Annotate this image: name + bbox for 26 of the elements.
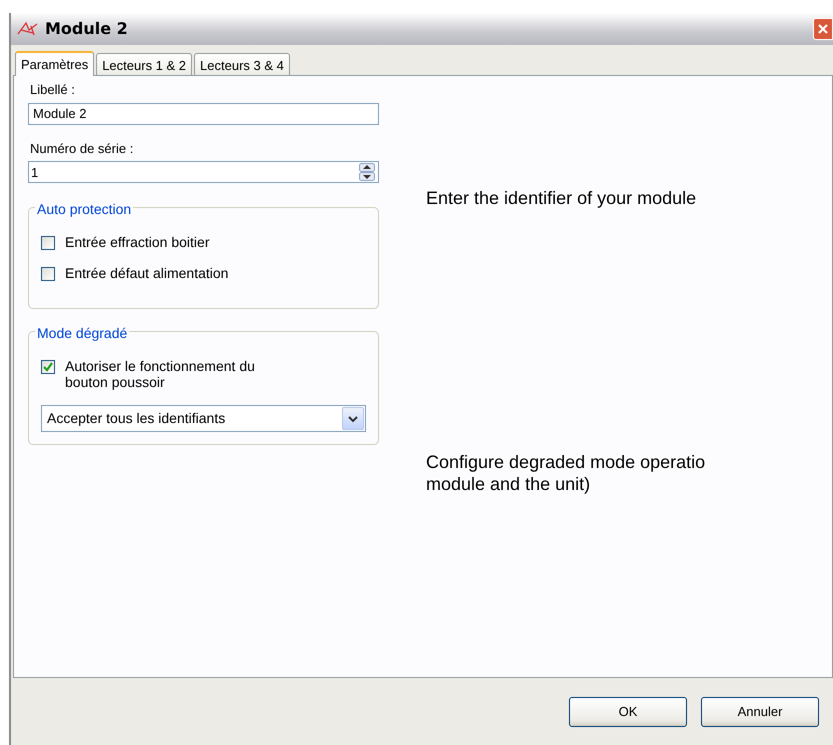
- window-title: Module 2: [45, 18, 128, 40]
- serial-number-field[interactable]: 1: [28, 161, 379, 183]
- spinner-arrows-icon[interactable]: [359, 163, 375, 181]
- tab[interactable]: Lecteurs 3 & 4: [194, 53, 290, 75]
- dialog-button[interactable]: OK: [569, 696, 687, 726]
- label-field[interactable]: Module 2: [28, 102, 379, 124]
- checkbox[interactable]: [41, 236, 55, 250]
- field-label: Libellé :: [30, 81, 76, 99]
- checkbox[interactable]: [41, 360, 55, 374]
- checkbox[interactable]: [41, 266, 55, 281]
- dialog-button[interactable]: Annuler: [701, 696, 819, 726]
- dropdown[interactable]: Accepter tous les identifiants: [41, 405, 366, 432]
- help-text: module and the unit): [426, 473, 592, 495]
- dropdown-arrow-button[interactable]: [342, 407, 364, 430]
- chevron-down-icon: [348, 414, 358, 423]
- field-label: Numéro de série :: [30, 140, 134, 158]
- close-icon: [817, 23, 829, 35]
- checkbox-label: Entrée effraction boitier: [65, 234, 210, 251]
- help-text: Configure degraded mode operatio: [426, 451, 706, 473]
- checkbox-label: Autoriser le fonctionnement du bouton poussoir: [65, 358, 256, 392]
- help-text: Enter the identifier of your module: [426, 187, 698, 209]
- checkbox-label: Entrée défaut alimentation: [65, 264, 228, 282]
- close-button[interactable]: [813, 18, 833, 40]
- tab[interactable]: Paramètres: [15, 51, 94, 76]
- app-icon: [17, 21, 39, 37]
- tab[interactable]: Lecteurs 1 & 2: [96, 53, 192, 75]
